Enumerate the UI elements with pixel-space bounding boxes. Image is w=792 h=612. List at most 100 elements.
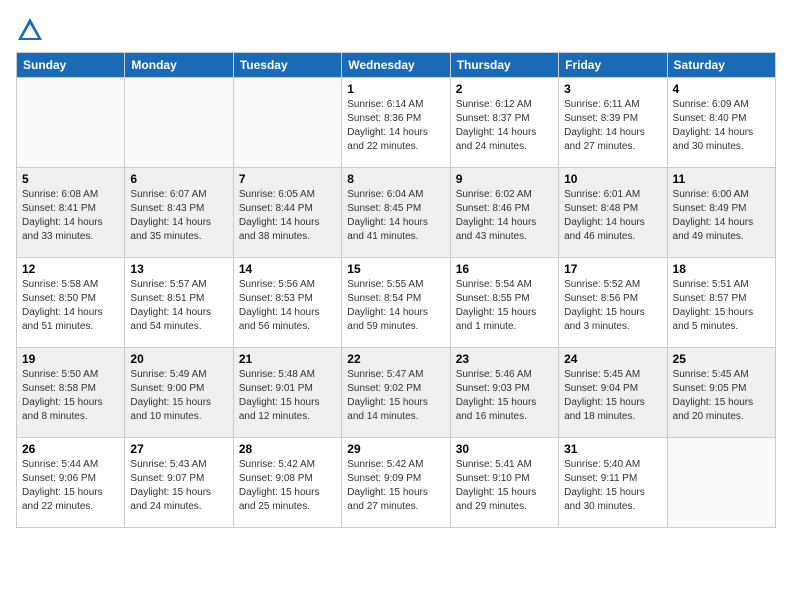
calendar-week-1: 1 Sunrise: 6:14 AM Sunset: 8:36 PM Daylig…: [17, 78, 776, 168]
weekday-header-row: SundayMondayTuesdayWednesdayThursdayFrid…: [17, 53, 776, 78]
day-number: 2: [456, 82, 553, 96]
logo: [16, 16, 48, 44]
day-number: 7: [239, 172, 336, 186]
day-number: 22: [347, 352, 444, 366]
day-info: Sunrise: 6:11 AM Sunset: 8:39 PM Dayligh…: [564, 98, 661, 154]
weekday-header-wednesday: Wednesday: [342, 53, 450, 78]
day-number: 23: [456, 352, 553, 366]
day-number: 29: [347, 442, 444, 456]
day-info: Sunrise: 5:40 AM Sunset: 9:11 PM Dayligh…: [564, 458, 661, 514]
day-info: Sunrise: 6:04 AM Sunset: 8:45 PM Dayligh…: [347, 188, 444, 244]
calendar-cell: [233, 78, 341, 168]
calendar-cell: 19 Sunrise: 5:50 AM Sunset: 8:58 PM Dayli…: [17, 348, 125, 438]
day-info: Sunrise: 6:01 AM Sunset: 8:48 PM Dayligh…: [564, 188, 661, 244]
calendar-cell: 28 Sunrise: 5:42 AM Sunset: 9:08 PM Dayli…: [233, 438, 341, 528]
calendar-cell: 30 Sunrise: 5:41 AM Sunset: 9:10 PM Dayli…: [450, 438, 558, 528]
calendar-body: 1 Sunrise: 6:14 AM Sunset: 8:36 PM Daylig…: [17, 78, 776, 528]
day-info: Sunrise: 5:45 AM Sunset: 9:05 PM Dayligh…: [673, 368, 770, 424]
calendar-cell: 25 Sunrise: 5:45 AM Sunset: 9:05 PM Dayli…: [667, 348, 775, 438]
calendar-cell: 8Sunrise: 6:04 AM Sunset: 8:45 PM Daylig…: [342, 168, 450, 258]
day-info: Sunrise: 5:48 AM Sunset: 9:01 PM Dayligh…: [239, 368, 336, 424]
day-info: Sunrise: 5:42 AM Sunset: 9:08 PM Dayligh…: [239, 458, 336, 514]
day-info: Sunrise: 6:12 AM Sunset: 8:37 PM Dayligh…: [456, 98, 553, 154]
calendar-week-2: 5 Sunrise: 6:08 AM Sunset: 8:41 PM Daylig…: [17, 168, 776, 258]
calendar-cell: 27 Sunrise: 5:43 AM Sunset: 9:07 PM Dayli…: [125, 438, 233, 528]
weekday-header-friday: Friday: [559, 53, 667, 78]
calendar-cell: 16 Sunrise: 5:54 AM Sunset: 8:55 PM Dayli…: [450, 258, 558, 348]
calendar-cell: 7 Sunrise: 6:05 AM Sunset: 8:44 PM Daylig…: [233, 168, 341, 258]
day-info: Sunrise: 5:56 AM Sunset: 8:53 PM Dayligh…: [239, 278, 336, 334]
calendar-cell: 24 Sunrise: 5:45 AM Sunset: 9:04 PM Dayli…: [559, 348, 667, 438]
day-number: 14: [239, 262, 336, 276]
day-info: Sunrise: 6:08 AM Sunset: 8:41 PM Dayligh…: [22, 188, 119, 244]
day-info: Sunrise: 5:47 AM Sunset: 9:02 PM Dayligh…: [347, 368, 444, 424]
calendar-cell: 26 Sunrise: 5:44 AM Sunset: 9:06 PM Dayli…: [17, 438, 125, 528]
calendar-cell: 13Sunrise: 5:57 AM Sunset: 8:51 PM Dayli…: [125, 258, 233, 348]
day-info: Sunrise: 5:45 AM Sunset: 9:04 PM Dayligh…: [564, 368, 661, 424]
logo-icon: [16, 16, 44, 44]
day-number: 4: [673, 82, 770, 96]
calendar-cell: 15 Sunrise: 5:55 AM Sunset: 8:54 PM Dayli…: [342, 258, 450, 348]
day-number: 31: [564, 442, 661, 456]
day-info: Sunrise: 5:43 AM Sunset: 9:07 PM Dayligh…: [130, 458, 227, 514]
calendar-cell: 18 Sunrise: 5:51 AM Sunset: 8:57 PM Dayli…: [667, 258, 775, 348]
weekday-header-saturday: Saturday: [667, 53, 775, 78]
calendar-cell: 10Sunrise: 6:01 AM Sunset: 8:48 PM Dayli…: [559, 168, 667, 258]
calendar-table: SundayMondayTuesdayWednesdayThursdayFrid…: [16, 52, 776, 528]
calendar-week-4: 19 Sunrise: 5:50 AM Sunset: 8:58 PM Dayli…: [17, 348, 776, 438]
calendar-cell: [667, 438, 775, 528]
day-info: Sunrise: 6:05 AM Sunset: 8:44 PM Dayligh…: [239, 188, 336, 244]
weekday-header-monday: Monday: [125, 53, 233, 78]
day-number: 5: [22, 172, 119, 186]
calendar-week-3: 12 Sunrise: 5:58 AM Sunset: 8:50 PM Dayli…: [17, 258, 776, 348]
day-info: Sunrise: 5:44 AM Sunset: 9:06 PM Dayligh…: [22, 458, 119, 514]
day-number: 20: [130, 352, 227, 366]
day-number: 9: [456, 172, 553, 186]
calendar-cell: 4 Sunrise: 6:09 AM Sunset: 8:40 PM Daylig…: [667, 78, 775, 168]
day-number: 1: [347, 82, 444, 96]
calendar-cell: 12 Sunrise: 5:58 AM Sunset: 8:50 PM Dayli…: [17, 258, 125, 348]
page-header: [16, 16, 776, 44]
calendar-cell: 17Sunrise: 5:52 AM Sunset: 8:56 PM Dayli…: [559, 258, 667, 348]
calendar-cell: 6Sunrise: 6:07 AM Sunset: 8:43 PM Daylig…: [125, 168, 233, 258]
day-number: 30: [456, 442, 553, 456]
day-number: 12: [22, 262, 119, 276]
day-number: 28: [239, 442, 336, 456]
day-number: 15: [347, 262, 444, 276]
day-info: Sunrise: 5:42 AM Sunset: 9:09 PM Dayligh…: [347, 458, 444, 514]
calendar-cell: [17, 78, 125, 168]
day-number: 13: [130, 262, 227, 276]
calendar-cell: 21Sunrise: 5:48 AM Sunset: 9:01 PM Dayli…: [233, 348, 341, 438]
day-info: Sunrise: 6:09 AM Sunset: 8:40 PM Dayligh…: [673, 98, 770, 154]
day-info: Sunrise: 5:49 AM Sunset: 9:00 PM Dayligh…: [130, 368, 227, 424]
calendar-cell: [125, 78, 233, 168]
weekday-header-thursday: Thursday: [450, 53, 558, 78]
calendar-cell: 22 Sunrise: 5:47 AM Sunset: 9:02 PM Dayli…: [342, 348, 450, 438]
day-info: Sunrise: 5:41 AM Sunset: 9:10 PM Dayligh…: [456, 458, 553, 514]
day-number: 24: [564, 352, 661, 366]
day-number: 27: [130, 442, 227, 456]
calendar-cell: 14 Sunrise: 5:56 AM Sunset: 8:53 PM Dayli…: [233, 258, 341, 348]
day-number: 26: [22, 442, 119, 456]
day-number: 19: [22, 352, 119, 366]
day-info: Sunrise: 5:55 AM Sunset: 8:54 PM Dayligh…: [347, 278, 444, 334]
calendar-cell: 5 Sunrise: 6:08 AM Sunset: 8:41 PM Daylig…: [17, 168, 125, 258]
calendar-cell: 9 Sunrise: 6:02 AM Sunset: 8:46 PM Daylig…: [450, 168, 558, 258]
day-info: Sunrise: 5:50 AM Sunset: 8:58 PM Dayligh…: [22, 368, 119, 424]
day-info: Sunrise: 5:46 AM Sunset: 9:03 PM Dayligh…: [456, 368, 553, 424]
calendar-cell: 29 Sunrise: 5:42 AM Sunset: 9:09 PM Dayli…: [342, 438, 450, 528]
calendar-week-5: 26 Sunrise: 5:44 AM Sunset: 9:06 PM Dayli…: [17, 438, 776, 528]
day-info: Sunrise: 6:02 AM Sunset: 8:46 PM Dayligh…: [456, 188, 553, 244]
day-info: Sunrise: 5:58 AM Sunset: 8:50 PM Dayligh…: [22, 278, 119, 334]
day-info: Sunrise: 6:00 AM Sunset: 8:49 PM Dayligh…: [673, 188, 770, 244]
day-number: 18: [673, 262, 770, 276]
calendar-cell: 20 Sunrise: 5:49 AM Sunset: 9:00 PM Dayli…: [125, 348, 233, 438]
day-info: Sunrise: 5:54 AM Sunset: 8:55 PM Dayligh…: [456, 278, 553, 334]
day-number: 25: [673, 352, 770, 366]
day-number: 16: [456, 262, 553, 276]
weekday-header-tuesday: Tuesday: [233, 53, 341, 78]
calendar-cell: 3Sunrise: 6:11 AM Sunset: 8:39 PM Daylig…: [559, 78, 667, 168]
day-info: Sunrise: 5:51 AM Sunset: 8:57 PM Dayligh…: [673, 278, 770, 334]
day-number: 17: [564, 262, 661, 276]
day-info: Sunrise: 6:14 AM Sunset: 8:36 PM Dayligh…: [347, 98, 444, 154]
